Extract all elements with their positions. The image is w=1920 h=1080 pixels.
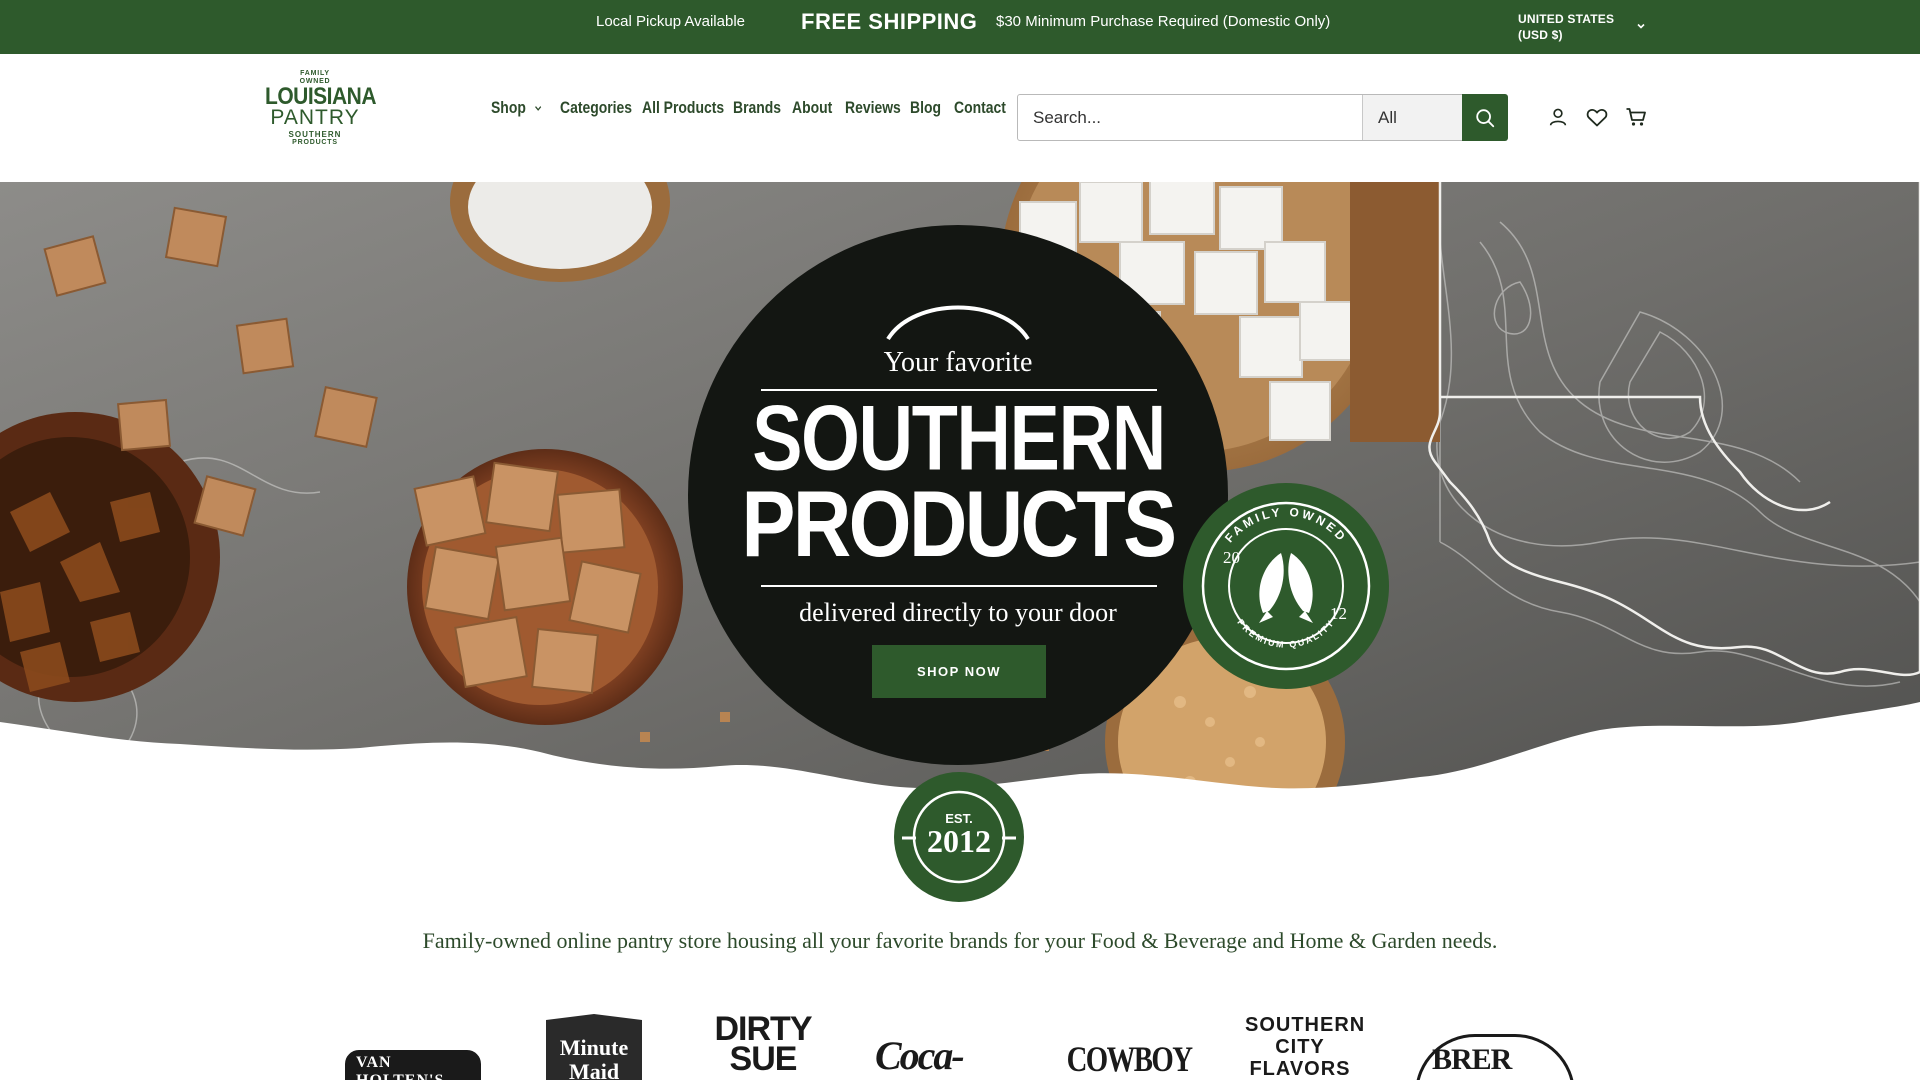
hero-products: PRODUCTS bbox=[741, 471, 1178, 576]
brand-logo-cowboy[interactable]: COWBOY bbox=[1067, 1038, 1193, 1080]
seal-graphic: FAMILY OWNED PREMIUM QUALITY 20 12 bbox=[1201, 501, 1371, 671]
nav-blog[interactable]: Blog bbox=[910, 98, 946, 118]
seal-bottom-text: PREMIUM QUALITY bbox=[1235, 617, 1336, 650]
search-category-select[interactable]: All bbox=[1362, 95, 1462, 140]
account-icon[interactable] bbox=[1546, 105, 1570, 129]
nav-reviews[interactable]: Reviews bbox=[845, 98, 901, 118]
logo-southern: SOUTHERN bbox=[288, 130, 342, 139]
hero-rule-bottom bbox=[761, 585, 1157, 587]
est-year: 2012 bbox=[927, 823, 991, 859]
brand-logo-southern-city-flavors[interactable]: SOUTHERN CITY FLAVORS bbox=[1240, 1014, 1364, 1080]
chevron-down-icon bbox=[534, 105, 541, 111]
search-input[interactable] bbox=[1018, 95, 1362, 140]
hero-badge: Your favorite SOUTHERN PRODUCTS delivere… bbox=[688, 225, 1228, 765]
local-pickup-text: Local Pickup Available bbox=[596, 13, 745, 30]
site-logo[interactable]: FAMILY OWNED LOUISIANA PANTRY SOUTHERN P… bbox=[265, 70, 377, 166]
hero-arc-decoration bbox=[886, 305, 1030, 341]
fish-icon bbox=[1259, 553, 1313, 623]
nav-about[interactable]: About bbox=[792, 98, 835, 118]
hero-your-favorite: Your favorite bbox=[883, 347, 1033, 378]
site-header: FAMILY OWNED LOUISIANA PANTRY SOUTHERN P… bbox=[0, 54, 1920, 182]
logo-louisiana: LOUISIANA bbox=[265, 83, 377, 110]
shop-now-button[interactable]: SHOP NOW bbox=[872, 645, 1046, 698]
est-graphic: EST. 2012 bbox=[902, 790, 1016, 884]
logo-family: FAMILY bbox=[300, 70, 330, 77]
nav-all-products[interactable]: All Products bbox=[642, 98, 724, 118]
free-shipping-text: FREE SHIPPING bbox=[801, 9, 978, 34]
search-bar: All bbox=[1017, 94, 1508, 141]
logo-products: PRODUCTS bbox=[292, 139, 338, 146]
country-currency-selector[interactable]: UNITED STATES (USD $) bbox=[1518, 11, 1614, 43]
brand-logo-van-holtens[interactable]: VAN HOLTEN'S bbox=[345, 1050, 481, 1080]
nav-contact[interactable]: Contact bbox=[954, 98, 1006, 118]
hero-banner: Your favorite SOUTHERN PRODUCTS delivere… bbox=[0, 182, 1920, 902]
nav-categories[interactable]: Categories bbox=[560, 98, 632, 118]
hero-southern: SOUTHERN bbox=[751, 385, 1167, 490]
nav-shop[interactable]: Shop bbox=[491, 98, 548, 118]
main-nav: Shop Categories All Products Brands Abou… bbox=[491, 98, 1014, 118]
search-button[interactable] bbox=[1462, 94, 1508, 141]
hero-delivered: delivered directly to your door bbox=[799, 598, 1117, 627]
brand-logo-strip: VAN HOLTEN'S Minute Maid DIRTY SUE Coca-… bbox=[0, 1014, 1920, 1080]
seal-left-year: 20 bbox=[1223, 548, 1240, 567]
nav-shop-label: Shop bbox=[491, 98, 526, 117]
brand-logo-brer-rabbit[interactable]: BRER RABBIT bbox=[1415, 1034, 1575, 1080]
country-name: UNITED STATES bbox=[1518, 12, 1615, 26]
seal-top-text: FAMILY OWNED bbox=[1222, 505, 1350, 545]
brand-logo-dirty-sue[interactable]: DIRTY SUE bbox=[705, 1014, 821, 1080]
currency-code: (USD $) bbox=[1518, 28, 1563, 42]
chevron-down-icon[interactable] bbox=[1635, 20, 1647, 32]
brand-logo-minute-maid[interactable]: Minute Maid bbox=[546, 1014, 642, 1080]
nav-brands[interactable]: Brands bbox=[733, 98, 781, 118]
header-icons bbox=[1546, 105, 1648, 129]
logo-pantry: PANTRY bbox=[270, 106, 360, 129]
cart-icon[interactable] bbox=[1624, 105, 1648, 129]
seal-right-year: 12 bbox=[1330, 604, 1347, 623]
search-icon bbox=[1476, 108, 1495, 127]
family-owned-seal: FAMILY OWNED PREMIUM QUALITY 20 12 bbox=[1183, 483, 1389, 689]
store-tagline: Family-owned online pantry store housing… bbox=[422, 928, 1498, 953]
minimum-purchase-text: $30 Minimum Purchase Required (Domestic … bbox=[996, 13, 1331, 30]
wishlist-heart-icon[interactable] bbox=[1585, 105, 1609, 129]
brand-logo-coca-cola[interactable]: Coca-Cola bbox=[875, 1032, 1015, 1080]
est-2012-badge: EST. 2012 bbox=[894, 772, 1024, 902]
announcement-bar: Local Pickup Available FREE SHIPPING $30… bbox=[0, 0, 1920, 54]
